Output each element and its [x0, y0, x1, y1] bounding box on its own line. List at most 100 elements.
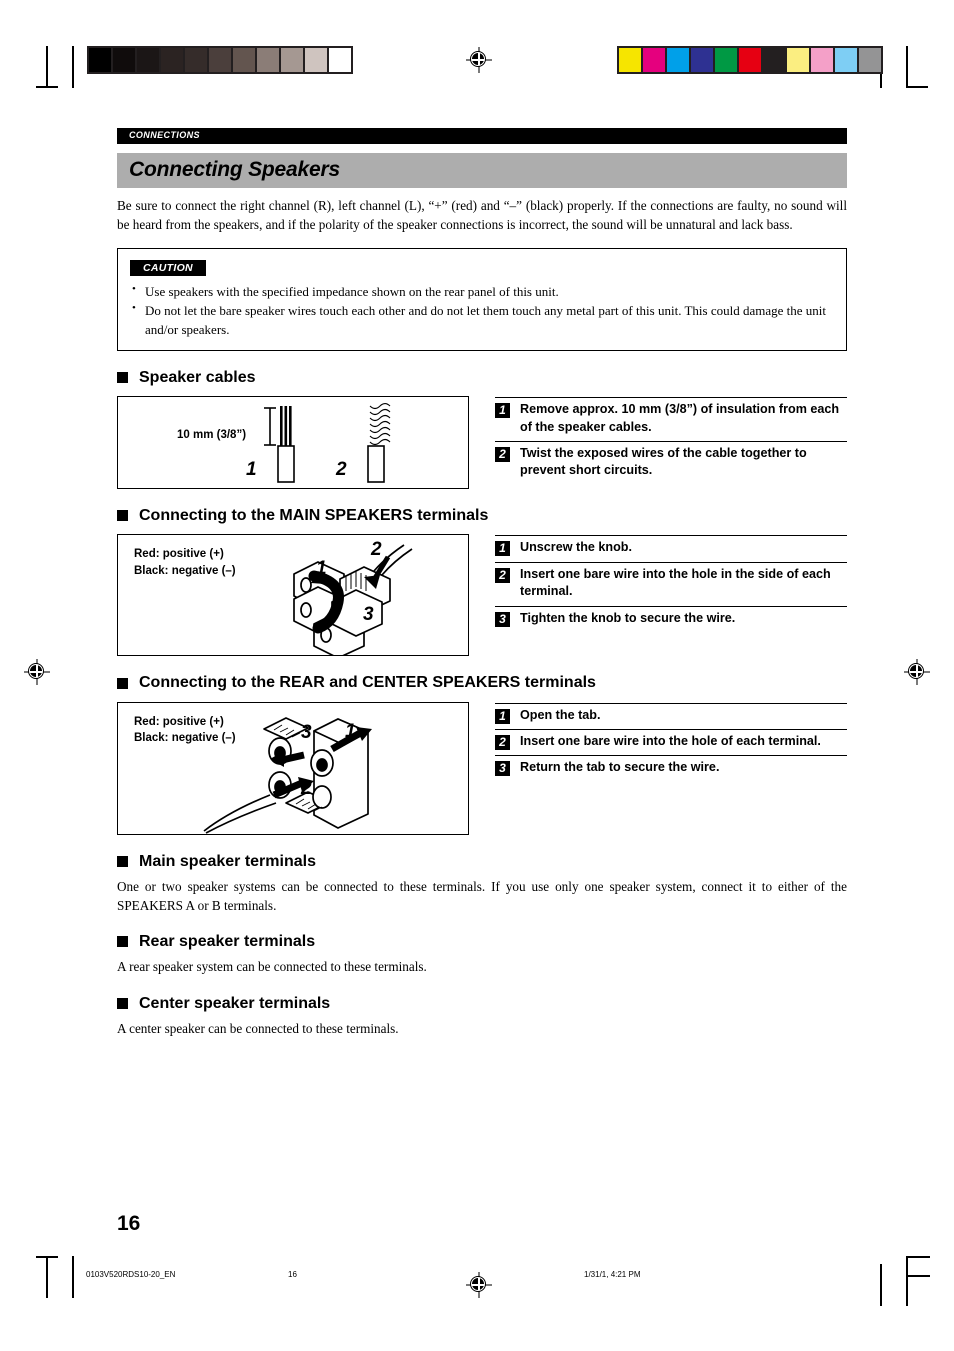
cable-measure-label: 10 mm (3/8”): [177, 429, 247, 442]
greyscale-swatch-10: [329, 48, 351, 72]
step-text: Remove approx. 10 mm (3/8”) of insulatio…: [520, 402, 840, 434]
crop-mark-top-left-inner-v: [72, 46, 74, 88]
color-bar: [617, 46, 883, 74]
greyscale-swatch-3: [161, 48, 183, 72]
heading-text: Speaker cables: [139, 369, 256, 387]
color-swatch-9: [835, 48, 857, 72]
greyscale-swatch-1: [113, 48, 135, 72]
color-swatch-5: [739, 48, 761, 72]
greyscale-swatch-2: [137, 48, 159, 72]
heading-text: Connecting to the REAR and CENTER SPEAKE…: [139, 674, 596, 692]
cable-callout-2: 2: [336, 459, 347, 481]
speaker-cable-illustration: [264, 403, 391, 484]
color-swatch-2: [667, 48, 689, 72]
section-label: CONNECTIONS: [117, 128, 847, 144]
greyscale-bar: [87, 46, 353, 74]
step-item: 2 Insert one bare wire into the hole of …: [495, 728, 847, 755]
heading-rear-center-speakers: Connecting to the REAR and CENTER SPEAKE…: [117, 673, 847, 692]
greyscale-swatch-8: [281, 48, 303, 72]
step-number-badge: 2: [495, 446, 510, 462]
registration-mark-right: [904, 659, 930, 685]
step-number-badge: 3: [495, 761, 510, 777]
heading-rear-terminals: Rear speaker terminals: [117, 932, 847, 951]
rear-center-speakers-row: Red: positive (+) Black: negative (–) 1 …: [117, 701, 847, 835]
step-number-badge: 1: [495, 708, 510, 724]
rear-terminals-body: A rear speaker system can be connected t…: [117, 959, 427, 975]
color-swatch-4: [715, 48, 737, 72]
greyscale-swatch-4: [185, 48, 207, 72]
main-callout-1: 1: [316, 558, 327, 580]
heading-text: Rear speaker terminals: [139, 933, 316, 951]
rear-callout-2: 2: [301, 777, 312, 799]
registration-mark-left: [24, 659, 50, 685]
heading-text: Connecting to the MAIN SPEAKERS terminal…: [139, 507, 489, 525]
color-swatch-3: [691, 48, 713, 72]
step-number-badge: 1: [495, 541, 510, 557]
main-speakers-row: Red: positive (+) Black: negative (–) 1 …: [117, 534, 847, 657]
intro-paragraph: Be sure to connect the right channel (R)…: [117, 198, 847, 232]
caution-box: CAUTION Use speakers with the specified …: [117, 247, 847, 352]
footer-timestamp: 1/31/1, 4:21 PM: [584, 1270, 641, 1279]
speaker-cables-figure: 10 mm (3/8”) 1 2: [117, 396, 469, 490]
heading-main-speakers: Connecting to the MAIN SPEAKERS terminal…: [117, 506, 847, 525]
step-item: 3 Return the tab to secure the wire.: [495, 755, 847, 781]
caution-item: Do not let the bare speaker wires touch …: [130, 301, 834, 339]
color-swatch-7: [787, 48, 809, 72]
heading-main-terminals: Main speaker terminals: [117, 852, 847, 871]
crop-mark-bottom-right-v: [880, 1264, 882, 1306]
step-number-badge: 2: [495, 567, 510, 583]
step-text: Insert one bare wire into the hole in th…: [520, 566, 831, 599]
step-number-badge: 2: [495, 734, 510, 750]
rear-callout-1: 1: [345, 720, 356, 742]
registration-mark-bottom-center: [466, 1272, 492, 1298]
greyscale-swatch-0: [89, 48, 111, 72]
step-item: 2 Twist the exposed wires of the cable t…: [495, 440, 847, 485]
crop-mark-bottom-left-v: [46, 1256, 48, 1298]
crop-mark-bottom-right-h2: [906, 1275, 930, 1277]
bullet-square-icon: [117, 855, 128, 867]
step-item: 3 Tighten the knob to secure the wire.: [495, 605, 847, 632]
crop-mark-bottom-right-inner-v: [906, 1256, 908, 1306]
main-terminals-body: One or two speaker systems can be connec…: [117, 878, 847, 913]
heading-speaker-cables: Speaker cables: [117, 368, 847, 387]
caution-list: Use speakers with the specified impedanc…: [130, 282, 834, 339]
page-number: 16: [117, 1212, 141, 1235]
crop-mark-top-left-h: [36, 86, 58, 88]
color-swatch-0: [619, 48, 641, 72]
step-item: 1 Remove approx. 10 mm (3/8”) of insulat…: [495, 397, 847, 441]
bullet-square-icon: [117, 936, 128, 948]
crop-mark-bottom-left-inner-v: [72, 1256, 74, 1298]
rear-center-speakers-figure: Red: positive (+) Black: negative (–) 1 …: [117, 701, 469, 835]
color-swatch-10: [859, 48, 881, 72]
step-text: Tighten the knob to secure the wire.: [520, 610, 736, 625]
crop-mark-bottom-right-h: [906, 1256, 930, 1258]
page-title: Connecting Speakers: [117, 152, 847, 189]
crop-mark-top-left-v: [46, 46, 48, 88]
step-text: Unscrew the knob.: [520, 540, 632, 555]
crop-mark-bottom-left-h: [36, 1256, 58, 1258]
footer-sheet-number: 16: [288, 1270, 297, 1279]
step-text: Twist the exposed wires of the cable tog…: [520, 445, 807, 478]
bullet-square-icon: [117, 998, 128, 1010]
greyscale-swatch-7: [257, 48, 279, 72]
heading-text: Main speaker terminals: [139, 852, 316, 870]
step-number-badge: 3: [495, 611, 510, 627]
greyscale-swatch-5: [209, 48, 231, 72]
color-swatch-8: [811, 48, 833, 72]
main-speakers-figure: Red: positive (+) Black: negative (–) 1 …: [117, 534, 469, 657]
heading-center-terminals: Center speaker terminals: [117, 994, 847, 1013]
step-item: 1 Open the tab.: [495, 702, 847, 729]
main-speakers-steps: 1 Unscrew the knob. 2 Insert one bare wi…: [495, 534, 847, 632]
crop-mark-top-right-h: [906, 86, 928, 88]
rear-callout-3: 3: [301, 721, 312, 743]
main-callout-3: 3: [363, 604, 374, 626]
greyscale-swatch-6: [233, 48, 255, 72]
center-terminals-body: A center speaker can be connected to the…: [117, 1021, 399, 1037]
bullet-square-icon: [117, 677, 128, 689]
heading-text: Center speaker terminals: [139, 995, 331, 1013]
step-text: Open the tab.: [520, 707, 601, 722]
main-terminal-illustration: [293, 544, 413, 656]
cable-callout-1: 1: [246, 459, 257, 481]
greyscale-swatch-9: [305, 48, 327, 72]
page-content: CONNECTIONS Connecting Speakers Be sure …: [117, 128, 847, 1052]
